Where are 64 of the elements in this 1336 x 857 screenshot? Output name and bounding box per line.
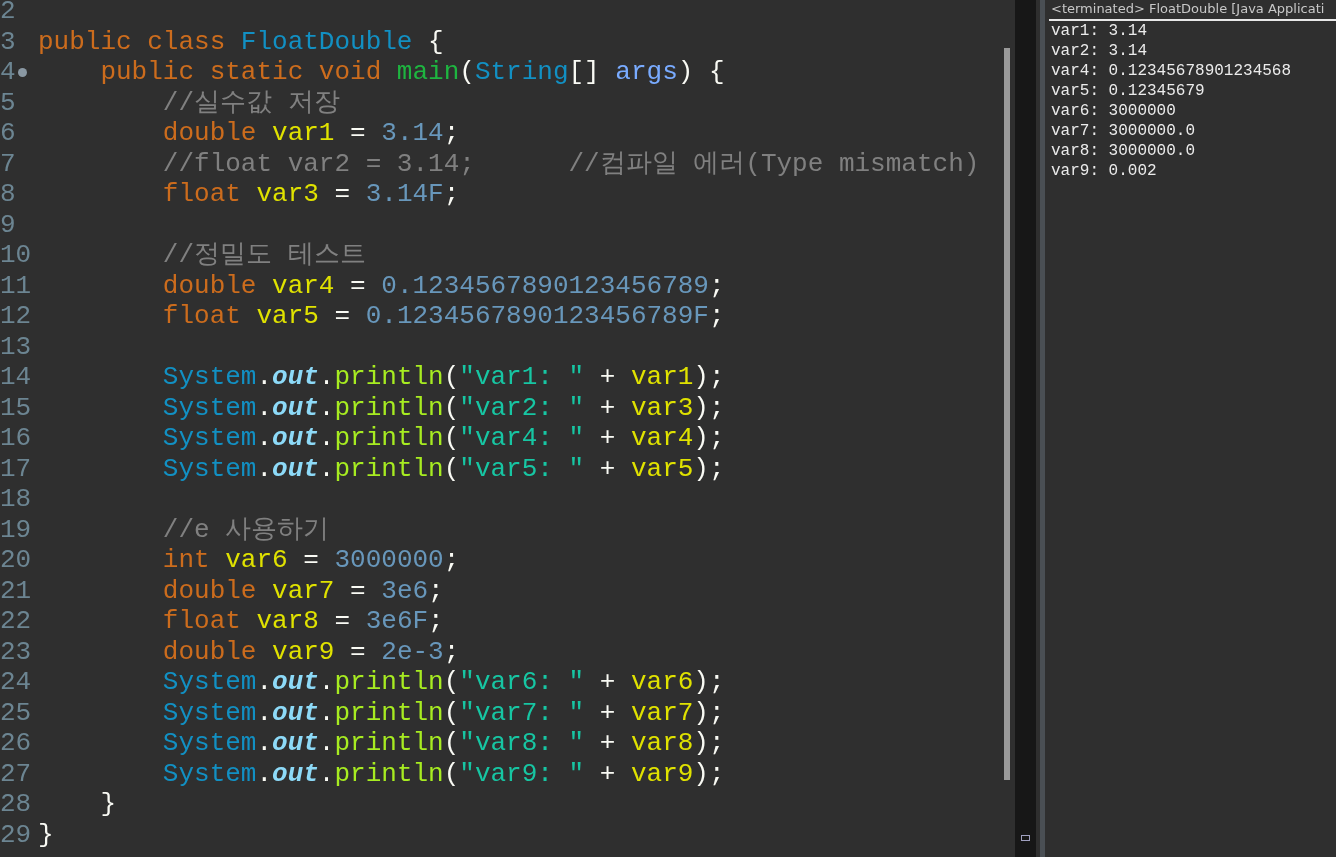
code-line: System.out.println("var8: " + var8); — [161, 728, 725, 759]
code-line: int var6 = 3000000; — [161, 545, 460, 576]
code-line: float var5 = 0.1234567890123456789F; — [161, 301, 725, 332]
line-number: 6 — [0, 118, 16, 149]
code-line: public class FloatDouble { — [38, 26, 444, 57]
code-line: System.out.println("var6: " + var6); — [161, 667, 725, 698]
code-line: System.out.println("var2: " + var3); — [161, 392, 725, 423]
line-number: 3 — [0, 26, 16, 57]
marker-icon[interactable] — [1021, 835, 1030, 841]
line-number: 14 — [0, 362, 32, 393]
line-number: 27 — [0, 758, 32, 789]
line-number: 18 — [0, 484, 32, 515]
line-number: 26 — [0, 728, 32, 759]
console-output-line: var6: 3000000 — [1051, 101, 1177, 121]
console-output-line: var4: 0.12345678901234568 — [1051, 61, 1293, 81]
line-number: 2 — [0, 0, 16, 27]
line-number: 20 — [0, 545, 32, 576]
line-number: 7 — [0, 148, 16, 179]
line-number: 13 — [0, 331, 32, 362]
line-number: 12 — [0, 301, 32, 332]
console-output-line: var9: 0.002 — [1051, 161, 1158, 181]
line-number: 21 — [0, 575, 32, 606]
code-line: System.out.println("var7: " + var7); — [161, 697, 725, 728]
line-number: 23 — [0, 636, 32, 667]
code-line: double var7 = 3e6; — [161, 575, 444, 606]
console-output-line: var1: 3.14 — [1051, 21, 1148, 41]
console-output-line: var7: 3000000.0 — [1051, 121, 1197, 141]
console-output-line: var2: 3.14 — [1051, 41, 1148, 61]
code-line: System.out.println("var5: " + var5); — [161, 453, 725, 484]
line-number: 29 — [0, 819, 32, 850]
line-number: 17 — [0, 453, 32, 484]
line-number: 15 — [0, 392, 32, 423]
line-number: 22 — [0, 606, 32, 637]
scrollbar-thumb[interactable] — [1003, 48, 1010, 780]
code-line: public static void main(String[] args) { — [99, 57, 725, 88]
code-line: double var9 = 2e-3; — [161, 636, 460, 667]
code-line: double var1 = 3.14; — [161, 118, 460, 149]
code-line: } — [38, 819, 54, 850]
line-number: 19 — [0, 514, 32, 545]
fold-marker-icon[interactable] — [17, 67, 27, 77]
code-line: float var3 = 3.14F; — [161, 179, 460, 210]
code-line: //float var2 = 3.14; //컴파일 에러(Type mismatch) — [161, 148, 980, 179]
code-line: //정밀도 테스트 — [161, 240, 366, 271]
code-line: System.out.println("var4: " + var4); — [161, 423, 725, 454]
line-number: 4 — [0, 57, 16, 88]
code-line: //실수값 저장 — [161, 87, 340, 118]
code-line: System.out.println("var9: " + var9); — [161, 758, 725, 789]
line-number: 24 — [0, 667, 32, 698]
console-header: <terminated> FloatDouble [Java Applicati — [1049, 0, 1336, 21]
code-line: //e 사용하기 — [161, 514, 330, 545]
code-line: float var8 = 3e6F; — [161, 606, 444, 637]
code-line: System.out.println("var1: " + var1); — [161, 362, 725, 393]
code-line: } — [99, 789, 116, 820]
console-output-line: var5: 0.12345679 — [1051, 81, 1206, 101]
line-number: 16 — [0, 423, 32, 454]
line-number: 5 — [0, 87, 16, 118]
code-line: double var4 = 0.1234567890123456789; — [161, 270, 725, 301]
line-number: 28 — [0, 789, 32, 820]
line-number: 9 — [0, 209, 16, 240]
line-number: 25 — [0, 697, 32, 728]
line-number: 10 — [0, 240, 32, 271]
line-number: 8 — [0, 179, 16, 210]
console-output-line: var8: 3000000.0 — [1051, 141, 1197, 161]
line-number: 11 — [0, 270, 32, 301]
